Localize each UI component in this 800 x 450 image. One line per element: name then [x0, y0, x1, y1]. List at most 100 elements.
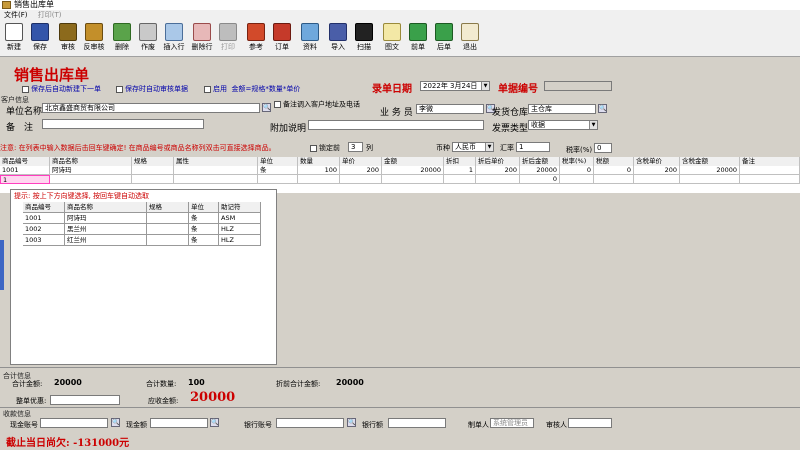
- grid-cell[interactable]: [740, 166, 800, 175]
- grid-cell[interactable]: 20000: [680, 166, 740, 175]
- grid-cell[interactable]: [382, 175, 444, 184]
- grid-cell[interactable]: [258, 175, 298, 184]
- option-auto-audit[interactable]: 保存时自动审核单据: [116, 84, 188, 94]
- list-item[interactable]: 1003 红兰州 条 HLZ: [23, 235, 287, 246]
- toolbar-button-3[interactable]: 反审核: [82, 22, 106, 56]
- toolbar-button-11[interactable]: 资料: [298, 22, 322, 56]
- picker-cell[interactable]: 1002: [23, 224, 65, 235]
- checkbox[interactable]: [310, 144, 317, 152]
- picker-cell[interactable]: 1003: [23, 235, 65, 246]
- extra-input[interactable]: [308, 120, 484, 130]
- grid-cell[interactable]: [174, 166, 258, 175]
- grid-cell[interactable]: [340, 175, 382, 184]
- salesman-input[interactable]: 李微: [416, 104, 484, 114]
- picker-cell[interactable]: 条: [189, 213, 219, 224]
- cash-account-lookup-icon[interactable]: 🔍: [111, 418, 120, 427]
- toolbar-button-6[interactable]: 插入行: [162, 22, 186, 56]
- picker-cell[interactable]: [147, 213, 189, 224]
- lock-columns-input[interactable]: 3: [348, 142, 363, 152]
- toolbar-button-1[interactable]: 保存: [28, 22, 52, 56]
- unit-lookup-icon[interactable]: 🔍: [262, 103, 271, 112]
- grid-cell[interactable]: 条: [258, 166, 298, 175]
- unit-input[interactable]: 北京鑫盛商贸有限公司: [42, 103, 260, 113]
- vertical-scrollbar[interactable]: [0, 240, 4, 290]
- picker-cell[interactable]: ASM: [219, 213, 261, 224]
- picker-cell[interactable]: 阿诗玛: [65, 213, 147, 224]
- picker-cell[interactable]: 1001: [23, 213, 65, 224]
- bring-address-option[interactable]: 备注调入客户地址及电话: [274, 101, 360, 109]
- docno-field[interactable]: [544, 81, 612, 91]
- grid-cell[interactable]: [594, 175, 634, 184]
- warehouse-input[interactable]: 主仓库: [528, 104, 596, 114]
- rate-input[interactable]: 1: [516, 142, 550, 152]
- grid-cell[interactable]: 阿诗玛: [50, 166, 132, 175]
- currency-dropdown-icon[interactable]: ▼: [485, 143, 493, 151]
- picker-cell[interactable]: 红兰州: [65, 235, 147, 246]
- cash-amount-input[interactable]: [150, 418, 208, 428]
- grid-cell[interactable]: [50, 175, 132, 184]
- grid-cell[interactable]: [476, 175, 520, 184]
- grid-cell[interactable]: [444, 175, 476, 184]
- grid-cell[interactable]: 1: [0, 175, 50, 184]
- date-dropdown-icon[interactable]: ▼: [481, 82, 489, 90]
- grid-cell[interactable]: 200: [476, 166, 520, 175]
- picker-cell[interactable]: HLZ: [219, 224, 261, 235]
- auditor-field[interactable]: [568, 418, 612, 428]
- date-picker[interactable]: 2022年 3月24日 ▼: [420, 81, 490, 91]
- grid-cell[interactable]: 0: [560, 166, 594, 175]
- checkbox[interactable]: [274, 101, 281, 108]
- picker-cell[interactable]: HLZ: [219, 235, 261, 246]
- picker-cell[interactable]: [147, 224, 189, 235]
- toolbar-button-10[interactable]: 订单: [270, 22, 294, 56]
- picker-cell[interactable]: 条: [189, 235, 219, 246]
- menu-print[interactable]: 打印(T): [34, 10, 66, 21]
- currency-select[interactable]: 人民币 ▼: [452, 142, 494, 152]
- grid-cell[interactable]: 200: [634, 166, 680, 175]
- toolbar-button-8[interactable]: 打印: [216, 22, 240, 56]
- grid-cell[interactable]: [560, 175, 594, 184]
- grid-cell[interactable]: [740, 175, 800, 184]
- picker-cell[interactable]: [147, 235, 189, 246]
- bank-amount-input[interactable]: [388, 418, 446, 428]
- tax-input[interactable]: 0: [594, 143, 612, 153]
- invoice-dropdown-icon[interactable]: ▼: [589, 121, 597, 129]
- grid-cell[interactable]: [634, 175, 680, 184]
- toolbar-button-17[interactable]: 退出: [458, 22, 482, 56]
- grid-cell[interactable]: [680, 175, 740, 184]
- toolbar-button-13[interactable]: 扫描: [352, 22, 376, 56]
- table-row[interactable]: 10: [0, 175, 800, 184]
- bank-account-lookup-icon[interactable]: 🔍: [347, 418, 356, 427]
- list-item[interactable]: 1002 黑兰州 条 HLZ: [23, 224, 287, 235]
- checkbox[interactable]: [116, 85, 123, 93]
- maker-field[interactable]: 系统管理员: [490, 418, 534, 428]
- list-item[interactable]: 1001 阿诗玛 条 ASM: [23, 213, 287, 224]
- picker-cell[interactable]: 黑兰州: [65, 224, 147, 235]
- grid-cell[interactable]: 1: [444, 166, 476, 175]
- remark-input[interactable]: [42, 119, 204, 129]
- discount-input[interactable]: [50, 395, 120, 405]
- cash-amount-lookup-icon[interactable]: 🔍: [210, 418, 219, 427]
- grid-cell[interactable]: [298, 175, 340, 184]
- warehouse-lookup-icon[interactable]: 🔍: [598, 104, 607, 113]
- grid-cell[interactable]: 20000: [382, 166, 444, 175]
- picker-cell[interactable]: 条: [189, 224, 219, 235]
- menu-file[interactable]: 文件(F): [0, 10, 32, 21]
- table-row[interactable]: 1001 阿诗玛条 100 200 20000 1 200 20000 0 0 200 20000: [0, 166, 800, 175]
- bank-account-input[interactable]: [276, 418, 344, 428]
- grid-cell[interactable]: [174, 175, 258, 184]
- grid-cell[interactable]: 0: [594, 166, 634, 175]
- checkbox[interactable]: [22, 85, 29, 93]
- grid-cell[interactable]: [132, 175, 174, 184]
- items-grid[interactable]: 商品编号 商品名称 规格 属性 单位 数量 单价 金额 折扣 折后单价 折后金额 税率(%) 税额 含税单…: [0, 157, 800, 193]
- option-enable-amount[interactable]: 启用 金额=规格*数量*单价: [204, 84, 300, 94]
- invoice-select[interactable]: 收据 ▼: [528, 120, 598, 130]
- lock-columns-option[interactable]: 锁定前: [310, 143, 340, 153]
- grid-cell[interactable]: 1001: [0, 166, 50, 175]
- grid-cell[interactable]: 100: [298, 166, 340, 175]
- option-auto-new[interactable]: 保存后自动新建下一单: [22, 84, 101, 94]
- checkbox[interactable]: [204, 85, 211, 93]
- grid-cell[interactable]: 200: [340, 166, 382, 175]
- cash-account-input[interactable]: [40, 418, 108, 428]
- grid-cell[interactable]: 0: [520, 175, 560, 184]
- product-picker-popup[interactable]: 提示: 按上下方向键选择, 按回车键自动选取 商品编号 商品名称 规格 单位 助记符 10…: [10, 189, 277, 365]
